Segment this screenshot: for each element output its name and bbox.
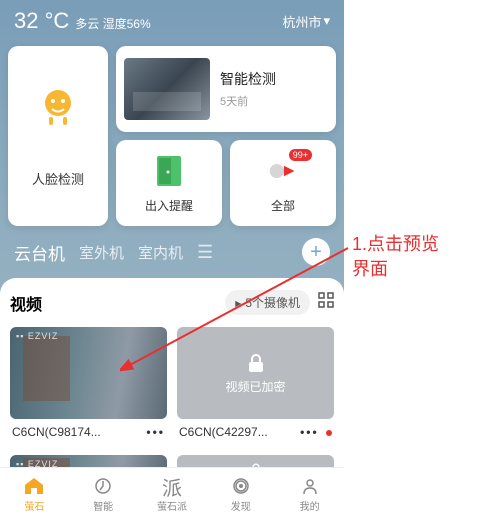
weather-info: 32 °C 多云 湿度56% [14, 8, 151, 34]
all-label: 全部 [271, 197, 295, 214]
video-card-1[interactable]: ▪▪ EZVIZ C6CN(C98174... ••• [10, 327, 167, 445]
play-icon: ▸ [235, 296, 241, 310]
video-title-1: C6CN(C98174... [12, 425, 101, 439]
phone-screen: 32 °C 多云 湿度56% 杭州市 ▾ 人脸检测 智能检测 5天前 [0, 0, 344, 521]
detect-title: 智能检测 [220, 69, 276, 89]
camera-count: 5个摄像机 [245, 294, 300, 311]
camera-count-pill[interactable]: ▸ 5个摄像机 [225, 290, 310, 315]
bottom-nav: 萤石 智能 派 萤石派 发现 我的 [0, 467, 344, 521]
nav-mine[interactable]: 我的 [275, 468, 344, 521]
all-icon: 99+ [268, 153, 298, 189]
detect-time: 5天前 [220, 93, 276, 109]
nav-smart[interactable]: 智能 [69, 468, 138, 521]
tab-outdoor[interactable]: 室外机 [79, 242, 124, 263]
nav-discover[interactable]: 发现 [206, 468, 275, 521]
nav-pai-label: 萤石派 [157, 498, 187, 513]
annotation-line1: 1.点击预览 [352, 232, 439, 257]
weather-bar: 32 °C 多云 湿度56% 杭州市 ▾ [0, 0, 344, 38]
person-icon [301, 476, 319, 496]
tab-ptz[interactable]: 云台机 [14, 240, 65, 265]
discover-icon [232, 476, 250, 496]
more-icon[interactable]: ••• [300, 425, 332, 439]
grid-icon[interactable] [318, 292, 334, 313]
video-card-2[interactable]: 视频已加密 C6CN(C42297... ••• [177, 327, 334, 445]
pai-icon: 派 [162, 476, 182, 496]
inout-label: 出入提醒 [145, 197, 193, 214]
smart-icon [94, 476, 112, 496]
chevron-down-icon: ▾ [323, 13, 330, 29]
video-preview-1[interactable]: ▪▪ EZVIZ [10, 327, 167, 419]
detect-thumbnail [124, 58, 210, 120]
nav-mine-label: 我的 [300, 498, 320, 513]
nav-home-label: 萤石 [24, 498, 44, 513]
nav-home[interactable]: 萤石 [0, 468, 69, 521]
ezviz-logo: ▪▪ EZVIZ [16, 331, 58, 341]
video-title-2: C6CN(C42297... [179, 425, 268, 439]
annotation-text: 1.点击预览 界面 [352, 232, 439, 282]
condition: 多云 湿度56% [75, 15, 150, 32]
add-button[interactable]: + [302, 238, 330, 266]
menu-icon[interactable]: ☰ [197, 242, 213, 263]
feature-cards: 人脸检测 智能检测 5天前 出入提醒 [0, 38, 344, 226]
all-card[interactable]: 99+ 全部 [230, 140, 336, 226]
sheet-title: 视频 [10, 291, 42, 315]
face-detect-label: 人脸检测 [32, 169, 84, 188]
lock-icon [245, 352, 267, 374]
nav-pai[interactable]: 派 萤石派 [138, 468, 207, 521]
more-icon[interactable]: ••• [146, 425, 165, 439]
inout-card[interactable]: 出入提醒 [116, 140, 222, 226]
nav-discover-label: 发现 [231, 498, 251, 513]
home-icon [23, 476, 45, 496]
face-icon [36, 85, 80, 129]
notification-dot [326, 430, 332, 436]
annotation-line2: 界面 [352, 257, 439, 282]
city-label: 杭州市 [282, 12, 321, 31]
temperature: 32 °C [14, 8, 69, 34]
face-detect-card[interactable]: 人脸检测 [8, 46, 108, 226]
video-preview-2[interactable]: 视频已加密 [177, 327, 334, 419]
device-tabs: 云台机 室外机 室内机 ☰ + [0, 226, 344, 274]
door-icon [154, 153, 184, 189]
nav-smart-label: 智能 [93, 498, 113, 513]
locked-text: 视频已加密 [225, 378, 285, 395]
all-badge: 99+ [289, 149, 312, 161]
tab-indoor[interactable]: 室内机 [138, 242, 183, 263]
city-selector[interactable]: 杭州市 ▾ [282, 12, 330, 31]
smart-detect-card[interactable]: 智能检测 5天前 [116, 46, 336, 132]
